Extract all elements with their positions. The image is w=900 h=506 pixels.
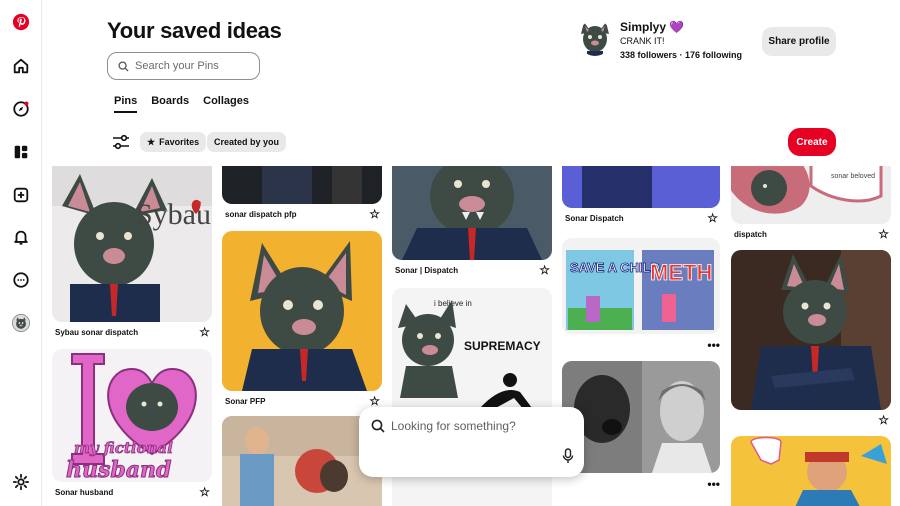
pin-card[interactable]: Sonar | Dispatch ☆: [392, 166, 552, 276]
bell-icon[interactable]: [11, 227, 31, 247]
star-icon[interactable]: ☆: [539, 264, 550, 276]
boards-icon[interactable]: [11, 142, 31, 162]
pin-image[interactable]: [562, 361, 720, 473]
search-icon: [118, 60, 129, 72]
page-title: Your saved ideas: [107, 18, 282, 43]
search-pins-field[interactable]: [107, 52, 260, 80]
star-icon[interactable]: ☆: [369, 395, 380, 407]
pin-overlay-text: my fictional: [74, 439, 173, 457]
pin-caption: •••: [562, 338, 720, 352]
pin-card[interactable]: [731, 436, 891, 506]
star-icon[interactable]: ☆: [199, 486, 210, 498]
pin-image[interactable]: my fictional husband: [52, 349, 212, 482]
pin-image[interactable]: [731, 250, 891, 410]
left-rail: [0, 0, 42, 506]
pin-caption: Sonar PFP ☆: [225, 394, 380, 408]
messages-icon[interactable]: [11, 270, 31, 290]
pin-caption: Sonar Dispatch ☆: [565, 211, 718, 225]
pin-card[interactable]: Sonar PFP ☆: [222, 231, 382, 407]
profile-summary: Simplyy 💜 CRANK IT! 338 followers · 176 …: [578, 20, 742, 60]
profile-name: Simplyy 💜: [620, 20, 685, 34]
pin-image[interactable]: Sybau: [52, 166, 212, 322]
created-by-you-chip[interactable]: Created by you: [207, 132, 287, 152]
pin-card[interactable]: •••: [562, 361, 720, 491]
pin-image[interactable]: [392, 166, 552, 260]
avatar[interactable]: [10, 312, 32, 334]
pin-image[interactable]: SAVE A CHILD METH: [562, 238, 720, 334]
more-options-icon[interactable]: •••: [707, 338, 720, 352]
share-profile-button[interactable]: Share profile: [762, 27, 836, 56]
star-icon[interactable]: ☆: [878, 414, 889, 426]
pin-caption: ☆: [731, 414, 891, 426]
profile-stats[interactable]: 338 followers · 176 following: [620, 50, 742, 60]
pinterest-logo-icon[interactable]: [11, 12, 31, 32]
page: Your saved ideas Pins Boards Collages Si…: [0, 0, 900, 506]
pin-overlay-text: husband: [66, 457, 171, 482]
pin-image[interactable]: [562, 166, 720, 208]
star-icon[interactable]: ☆: [199, 326, 210, 338]
pin-card[interactable]: ☆: [731, 250, 891, 426]
more-options-icon[interactable]: •••: [707, 477, 720, 491]
pin-caption: Sonar husband ☆: [55, 485, 210, 499]
pin-caption: dispatch ☆: [734, 227, 889, 241]
create-button[interactable]: Create: [788, 128, 836, 156]
mic-icon[interactable]: [562, 448, 574, 469]
settings-icon[interactable]: [11, 472, 31, 492]
pin-caption: sonar dispatch pfp ☆: [225, 207, 380, 221]
filter-icon[interactable]: [112, 134, 130, 150]
star-icon[interactable]: ☆: [878, 228, 889, 240]
search-input[interactable]: [135, 60, 245, 72]
floating-search-placeholder[interactable]: Looking for something?: [391, 419, 516, 433]
tabs: Pins Boards Collages: [114, 95, 249, 113]
floating-search-box[interactable]: Looking for something?: [359, 407, 584, 477]
pin-image[interactable]: [222, 416, 382, 506]
pin-overlay-text: METH: [650, 260, 712, 285]
pin-caption: Sonar | Dispatch ☆: [395, 263, 550, 277]
pin-card[interactable]: sonar beloved dispatch ☆: [731, 166, 891, 240]
pin-card[interactable]: Sybau Sybau sonar dispatch ☆: [52, 166, 212, 338]
search-icon: [371, 419, 385, 433]
pin-card[interactable]: my fictional husband Sonar husband ☆: [52, 349, 212, 498]
tab-boards[interactable]: Boards: [151, 95, 189, 113]
tab-collages[interactable]: Collages: [203, 95, 249, 113]
pin-image[interactable]: [731, 436, 891, 506]
star-icon[interactable]: ☆: [707, 212, 718, 224]
pin-caption: Sybau sonar dispatch ☆: [55, 325, 210, 339]
pin-card[interactable]: [222, 416, 382, 506]
profile-bio: CRANK IT!: [620, 36, 665, 46]
star-icon[interactable]: ☆: [369, 208, 380, 220]
pin-card[interactable]: SAVE A CHILD METH •••: [562, 238, 720, 352]
tab-pins[interactable]: Pins: [114, 95, 138, 113]
pin-image[interactable]: [222, 166, 382, 204]
pin-overlay-text: sonar beloved: [831, 173, 875, 180]
profile-avatar[interactable]: [578, 20, 612, 56]
home-icon[interactable]: [11, 56, 31, 76]
star-icon: ★: [147, 136, 156, 147]
pin-overlay-text: SAVE A CHILD: [570, 260, 660, 275]
pin-card[interactable]: sonar dispatch pfp ☆: [222, 166, 382, 220]
explore-icon[interactable]: [11, 99, 31, 119]
favorites-chip[interactable]: ★ Favorites: [140, 132, 207, 152]
pin-image[interactable]: sonar beloved: [731, 166, 891, 224]
pin-image[interactable]: [222, 231, 382, 391]
create-icon[interactable]: [11, 185, 31, 205]
pin-card[interactable]: Sonar Dispatch ☆: [562, 166, 720, 224]
pin-overlay-text: SUPREMACY: [464, 339, 541, 353]
pin-caption: •••: [562, 477, 720, 491]
